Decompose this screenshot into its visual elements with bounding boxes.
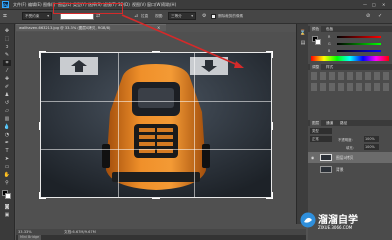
tab-channels[interactable]: 通道: [324, 120, 335, 126]
adjustment-icons-row[interactable]: [311, 72, 389, 80]
tab-layers[interactable]: 图层: [310, 120, 322, 126]
arrow-head: [234, 61, 244, 68]
layer-thumbnail: [320, 166, 332, 173]
layer-thumbnail: [320, 154, 332, 161]
slider-g[interactable]: [337, 43, 381, 45]
color-panel-header: 颜色 色板: [308, 26, 392, 32]
layer-row[interactable]: ◉ 图层0拷贝: [308, 152, 392, 163]
history-panel-icon[interactable]: ⌛: [299, 30, 307, 36]
slider-g-label: G: [328, 42, 331, 46]
opacity-input[interactable]: 100%: [364, 136, 379, 142]
layers-panel-header: 图层 通道 路径: [308, 120, 392, 126]
slider-r[interactable]: [337, 36, 381, 38]
mini-bridge-tab[interactable]: Mini Bridge: [18, 235, 42, 240]
properties-panel-icon[interactable]: ▤: [299, 40, 307, 46]
eye-icon[interactable]: ◉: [311, 152, 314, 163]
watermark-url: ZIXUE.3066.COM: [318, 225, 353, 230]
adjustment-icons-row[interactable]: [311, 83, 389, 91]
bottom-panel-bar: Mini Bridge: [16, 235, 306, 240]
watermark-text: 溜溜自学: [318, 215, 358, 226]
layer-name: 图层0拷贝: [336, 155, 354, 160]
tab-swatches[interactable]: 色板: [324, 26, 335, 32]
slider-b-label: B: [328, 49, 331, 53]
tab-adjustments[interactable]: 调整: [310, 64, 322, 70]
opacity-label: 不透明度:: [338, 138, 353, 142]
arrow-line: [121, 14, 241, 67]
tab-color[interactable]: 颜色: [310, 26, 322, 32]
layer-row[interactable]: 背景: [308, 164, 392, 175]
watermark: 溜溜自学 ZIXUE.3066.COM: [300, 210, 392, 238]
tab-paths[interactable]: 路径: [338, 120, 349, 126]
layer-filter-dropdown[interactable]: 类型: [310, 128, 332, 134]
adjustments-panel-header: 调整 样式: [308, 64, 392, 70]
tab-styles[interactable]: 样式: [324, 64, 335, 70]
watermark-logo-icon: [300, 212, 316, 228]
fill-input[interactable]: 100%: [364, 144, 379, 150]
blend-mode-dropdown[interactable]: 正常: [310, 136, 332, 142]
color-spectrum-bar[interactable]: [311, 56, 389, 61]
slider-r-label: R: [328, 35, 331, 39]
slider-b[interactable]: [337, 50, 381, 52]
fill-label: 填充:: [346, 146, 354, 150]
layer-name: 背景: [336, 167, 344, 172]
color-bg-swatch[interactable]: [315, 39, 321, 45]
